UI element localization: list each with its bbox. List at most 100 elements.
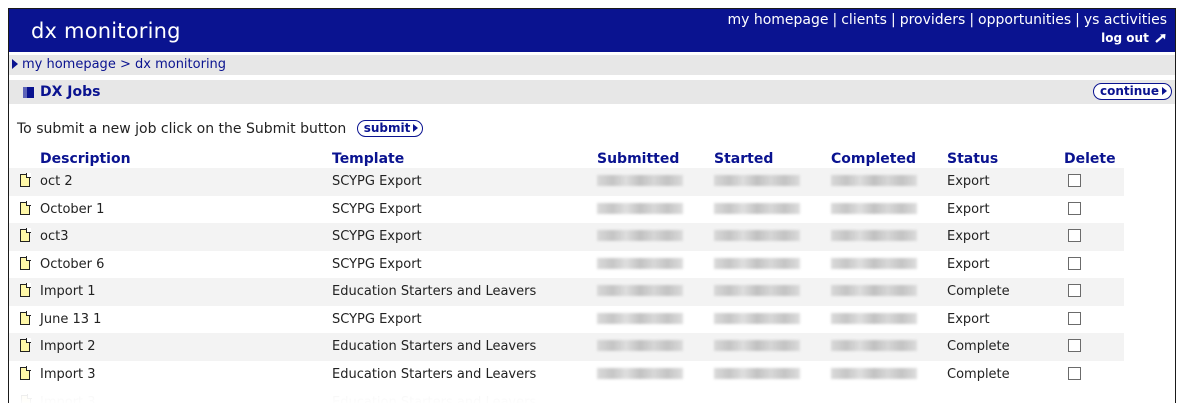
submitted-date-redacted	[597, 257, 683, 269]
delete-checkbox[interactable]	[1068, 339, 1081, 353]
job-template: SCYPG Export	[332, 256, 422, 272]
table-row: Import 1 Education Starters and Leavers …	[9, 278, 1124, 306]
section-block-icon	[23, 87, 34, 98]
job-description-link[interactable]: Import 3	[40, 361, 332, 389]
continue-button-label: continue	[1100, 84, 1159, 98]
document-icon	[20, 283, 31, 298]
logout-link[interactable]: log out	[1101, 31, 1167, 45]
table-row: oct 2 SCYPG Export Export	[9, 168, 1124, 196]
logout-arrow-icon	[1155, 34, 1166, 43]
started-date-redacted	[714, 230, 800, 242]
jobs-table: Description Template Submitted Started C…	[9, 150, 1124, 388]
started-date-redacted	[714, 175, 800, 187]
job-status: Complete	[947, 366, 1010, 382]
logout-label: log out	[1101, 31, 1149, 45]
nav-separator: |	[969, 12, 975, 28]
play-triangle-icon	[1162, 87, 1167, 95]
job-template: Education Starters and Leavers	[332, 333, 597, 361]
column-header-started: Started	[714, 151, 774, 167]
column-header-submitted: Submitted	[597, 151, 680, 167]
job-status: Complete	[947, 278, 1064, 306]
play-triangle-icon	[413, 124, 419, 132]
instructions-text: To submit a new job click on the Submit …	[17, 121, 347, 137]
bottom-fade	[9, 387, 1175, 403]
job-template: SCYPG Export	[332, 201, 422, 217]
started-date-redacted	[714, 312, 800, 324]
breadcrumb-arrow-icon	[12, 59, 18, 69]
table-row: Import 2 Education Starters and Leavers …	[9, 333, 1124, 361]
app-frame: dx monitoring my homepage | clients | provid…	[8, 8, 1176, 403]
nav-separator: |	[890, 12, 896, 28]
delete-checkbox[interactable]	[1068, 311, 1081, 325]
nav-ys-activities[interactable]: ys activities	[1084, 12, 1167, 28]
completed-date-redacted	[831, 312, 917, 324]
job-description-link[interactable]: oct3	[40, 223, 332, 251]
job-description-link[interactable]: oct 2	[40, 168, 332, 196]
submitted-date-redacted	[597, 340, 683, 352]
nav-providers[interactable]: providers	[900, 12, 966, 28]
table-header-row: Description Template Submitted Started C…	[9, 150, 1124, 168]
nav-clients[interactable]: clients	[841, 12, 887, 28]
job-status: Export	[947, 223, 1064, 251]
job-template: SCYPG Export	[332, 223, 597, 251]
completed-date-redacted	[831, 367, 917, 379]
completed-date-redacted	[831, 202, 917, 214]
document-icon	[20, 338, 31, 353]
document-icon	[20, 365, 31, 380]
table-row: October 6 SCYPG Export Export	[9, 251, 1124, 279]
job-status: Export	[947, 256, 990, 272]
section-title: DX Jobs	[40, 84, 101, 100]
document-icon	[20, 173, 31, 188]
started-date-redacted	[714, 202, 800, 214]
app-title: dx monitoring	[31, 19, 181, 43]
table-row: Import 3 Education Starters and Leavers …	[9, 361, 1124, 389]
job-description-link[interactable]: June 13 1	[40, 306, 332, 334]
submitted-date-redacted	[597, 175, 683, 187]
delete-checkbox[interactable]	[1068, 201, 1081, 215]
delete-checkbox[interactable]	[1068, 284, 1081, 298]
submitted-date-redacted	[597, 285, 683, 297]
breadcrumb-home-link[interactable]: my homepage	[22, 57, 116, 72]
delete-checkbox[interactable]	[1068, 256, 1081, 270]
job-description-link[interactable]: October 6	[40, 251, 332, 279]
document-icon	[20, 228, 31, 243]
column-header-template: Template	[332, 151, 405, 167]
document-icon	[20, 310, 31, 325]
completed-date-redacted	[831, 285, 917, 297]
submitted-date-redacted	[597, 230, 683, 242]
nav-opportunities[interactable]: opportunities	[978, 12, 1071, 28]
delete-checkbox[interactable]	[1068, 366, 1081, 380]
nav-separator: |	[832, 12, 838, 28]
submit-button-label: submit	[363, 121, 411, 135]
job-template: Education Starters and Leavers	[332, 278, 597, 306]
completed-date-redacted	[831, 340, 917, 352]
breadcrumb: my homepage > dx monitoring	[22, 57, 226, 72]
continue-button[interactable]: continue	[1093, 83, 1172, 100]
job-status: Export	[947, 311, 990, 327]
started-date-redacted	[714, 257, 800, 269]
document-icon	[20, 200, 31, 215]
top-banner: dx monitoring my homepage | clients | provid…	[9, 9, 1175, 52]
submitted-date-redacted	[597, 367, 683, 379]
breadcrumb-separator: >	[119, 57, 131, 72]
column-header-completed: Completed	[831, 151, 917, 167]
column-header-delete: Delete	[1064, 151, 1116, 167]
job-description-link[interactable]: Import 2	[40, 333, 332, 361]
completed-date-redacted	[831, 257, 917, 269]
breadcrumb-bar: my homepage > dx monitoring	[9, 55, 1175, 75]
job-template: Education Starters and Leavers	[332, 366, 537, 382]
nav-my-homepage[interactable]: my homepage	[727, 12, 828, 28]
job-description-link[interactable]: Import 1	[40, 278, 332, 306]
started-date-redacted	[714, 367, 800, 379]
job-description-link[interactable]: October 1	[40, 196, 332, 224]
submit-button[interactable]: submit	[356, 120, 424, 137]
submitted-date-redacted	[597, 202, 683, 214]
started-date-redacted	[714, 285, 800, 297]
table-row: oct3 SCYPG Export Export	[9, 223, 1124, 251]
delete-checkbox[interactable]	[1068, 229, 1081, 243]
completed-date-redacted	[831, 175, 917, 187]
nav-separator: |	[1075, 12, 1080, 28]
started-date-redacted	[714, 340, 800, 352]
job-status: Export	[947, 168, 1064, 196]
delete-checkbox[interactable]	[1068, 174, 1081, 188]
